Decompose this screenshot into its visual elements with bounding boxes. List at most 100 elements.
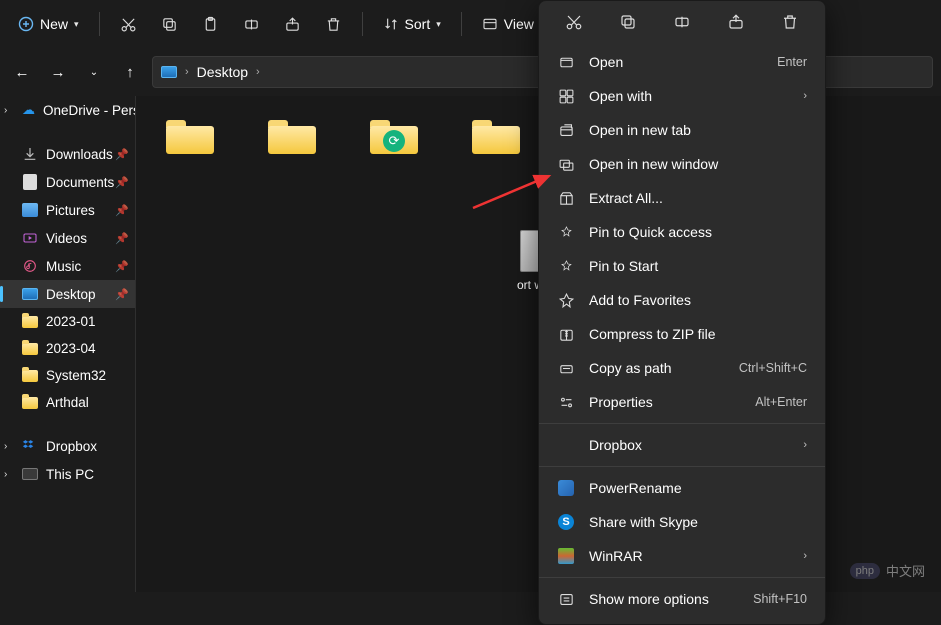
sidebar-item-label: Pictures [46, 203, 95, 218]
sidebar-item-onedrive[interactable]: › ☁ OneDrive - Pers [0, 96, 135, 124]
menu-item-label: PowerRename [589, 480, 682, 496]
menu-item-label: WinRAR [589, 548, 643, 564]
ctx-cut-button[interactable] [559, 7, 589, 37]
ctx-rename-button[interactable] [667, 7, 697, 37]
menu-item-copy-as-path[interactable]: Copy as pathCtrl+Shift+C [539, 351, 825, 385]
file-item[interactable] [156, 114, 224, 178]
sidebar-item-label: Videos [46, 231, 87, 246]
menu-item-open-in-new-window[interactable]: Open in new window [539, 147, 825, 181]
none-icon [557, 436, 575, 454]
sidebar-item-2023-01[interactable]: 2023-01 [0, 308, 135, 335]
chevron-right-icon: › [256, 66, 260, 78]
menu-item-open-with[interactable]: Open with› [539, 79, 825, 113]
folder-icon [22, 343, 38, 355]
menu-item-label: Share with Skype [589, 514, 698, 530]
chevron-down-icon: ▾ [74, 19, 79, 30]
desktop-icon [161, 66, 177, 78]
folder-icon [166, 118, 214, 154]
sidebar-item-documents[interactable]: Documents📌 [0, 168, 135, 196]
sidebar-item-label: 2023-01 [46, 314, 96, 329]
menu-item-powerrename[interactable]: PowerRename [539, 471, 825, 505]
sidebar-item-music[interactable]: Music📌 [0, 252, 135, 280]
menu-item-add-to-favorites[interactable]: Add to Favorites [539, 283, 825, 317]
menu-item-label: Compress to ZIP file [589, 326, 716, 342]
forward-button[interactable]: → [44, 58, 72, 86]
file-item[interactable] [462, 114, 530, 178]
menu-shortcut: Shift+F10 [753, 592, 807, 606]
menu-item-label: Properties [589, 394, 653, 410]
copy-button[interactable] [151, 10, 188, 39]
sidebar-item-desktop[interactable]: Desktop📌 [0, 280, 135, 308]
new-button[interactable]: New ▾ [8, 10, 89, 38]
ctx-share-button[interactable] [721, 7, 751, 37]
folder-icon [22, 397, 38, 409]
plus-circle-icon [18, 16, 34, 32]
menu-item-label: Pin to Start [589, 258, 658, 274]
sidebar-item-label: This PC [46, 467, 94, 482]
sort-button[interactable]: Sort ▾ [373, 10, 451, 38]
delete-button[interactable] [315, 10, 352, 39]
menu-separator [539, 423, 825, 424]
sidebar-item-this-pc[interactable]: ›This PC [0, 460, 135, 488]
download-icon [22, 146, 38, 162]
sidebar-item-pictures[interactable]: Pictures📌 [0, 196, 135, 224]
menu-shortcut: Ctrl+Shift+C [739, 361, 807, 375]
sidebar-item-label: 2023-04 [46, 341, 96, 356]
sidebar-item-dropbox[interactable]: › Dropbox [0, 432, 135, 460]
sidebar-item-system32[interactable]: System32 [0, 362, 135, 389]
sidebar-item-label: Documents [46, 175, 114, 190]
menu-item-extract-all[interactable]: Extract All... [539, 181, 825, 215]
sidebar-item-2023-04[interactable]: 2023-04 [0, 335, 135, 362]
chevron-right-icon: › [4, 441, 7, 452]
menu-item-properties[interactable]: PropertiesAlt+Enter [539, 385, 825, 419]
ctx-copy-button[interactable] [613, 7, 643, 37]
sidebar-item-arthdal[interactable]: Arthdal [0, 389, 135, 416]
cut-button[interactable] [110, 10, 147, 39]
back-button[interactable]: ← [8, 58, 36, 86]
sort-label: Sort [405, 16, 431, 32]
menu-item-label: Pin to Quick access [589, 224, 712, 240]
openwith-icon [557, 87, 575, 105]
sidebar-item-videos[interactable]: Videos 📌 [0, 224, 135, 252]
rename-button[interactable] [233, 10, 270, 39]
separator [99, 12, 100, 36]
paste-button[interactable] [192, 10, 229, 39]
up-button[interactable]: ↑ [116, 58, 144, 86]
menu-item-label: Extract All... [589, 190, 663, 206]
sidebar-item-label: Dropbox [46, 439, 97, 454]
pin-icon [557, 223, 575, 241]
menu-separator [539, 577, 825, 578]
pin-icon: 📌 [115, 232, 129, 245]
menu-separator [539, 466, 825, 467]
menu-item-share-with-skype[interactable]: SShare with Skype [539, 505, 825, 539]
file-item[interactable] [258, 114, 326, 178]
sidebar-item-downloads[interactable]: Downloads📌 [0, 140, 135, 168]
new-label: New [40, 16, 68, 32]
ctx-delete-button[interactable] [775, 7, 805, 37]
menu-shortcut: Enter [777, 55, 807, 69]
menu-item-open[interactable]: OpenEnter [539, 45, 825, 79]
separator [362, 12, 363, 36]
monitor-icon [22, 466, 38, 482]
recent-dropdown[interactable]: ⌄ [80, 58, 108, 86]
video-icon [22, 230, 38, 246]
folder-icon: ⟳ [370, 118, 418, 154]
menu-item-dropbox[interactable]: Dropbox› [539, 428, 825, 462]
folder-icon [268, 118, 316, 154]
menu-item-pin-to-quick-access[interactable]: Pin to Quick access [539, 215, 825, 249]
watermark-text: 中文网 [886, 561, 925, 580]
menu-item-label: Open in new tab [589, 122, 691, 138]
view-button[interactable]: View [472, 10, 544, 38]
folder-icon [22, 370, 38, 382]
chevron-right-icon: › [803, 550, 807, 562]
menu-item-pin-to-start[interactable]: Pin to Start [539, 249, 825, 283]
menu-item-winrar[interactable]: WinRAR › [539, 539, 825, 573]
extract-icon [557, 189, 575, 207]
file-item[interactable]: ⟳ [360, 114, 428, 178]
watermark-badge: php [850, 563, 880, 579]
share-button[interactable] [274, 10, 311, 39]
open-icon [557, 53, 575, 71]
menu-item-show-more-options[interactable]: Show more optionsShift+F10 [539, 582, 825, 616]
menu-item-open-in-new-tab[interactable]: Open in new tab [539, 113, 825, 147]
menu-item-compress-to-zip-file[interactable]: Compress to ZIP file [539, 317, 825, 351]
